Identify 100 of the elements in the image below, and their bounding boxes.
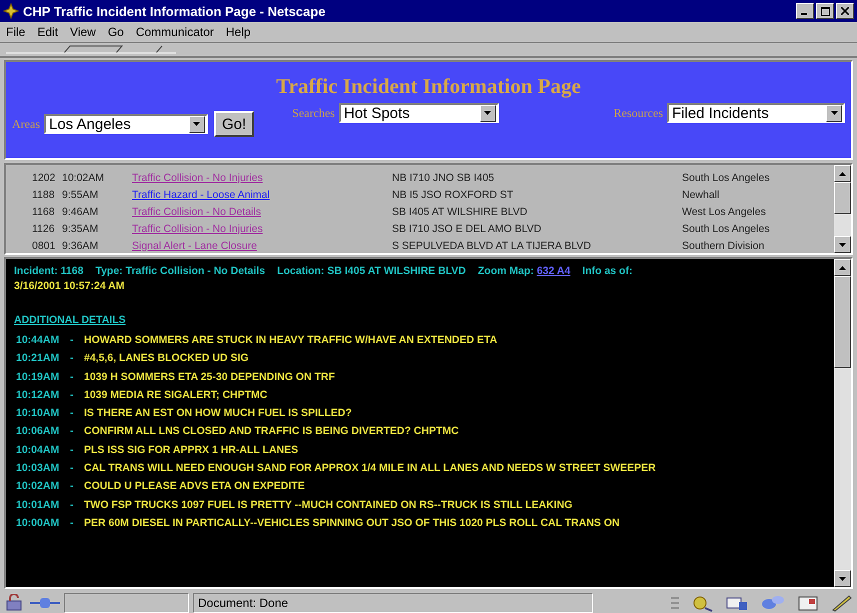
log-time: 10:12AM (16, 388, 60, 403)
field-value: 1168 (60, 265, 84, 277)
field-value: SB I405 AT WILSHIRE BLVD (327, 265, 466, 277)
log-text: 1039 H SOMMERS ETA 25-30 DEPENDING ON TRF (84, 370, 336, 385)
incident-number: 0801 (32, 240, 56, 252)
dash-separator: - (70, 406, 74, 422)
maximize-icon (820, 6, 830, 16)
incident-number: 1126 (32, 222, 56, 234)
field-label: Searches (292, 106, 335, 120)
menu-item[interactable]: Help (226, 25, 251, 39)
incident-time: 9:46AM (62, 206, 100, 218)
pen-icon[interactable] (831, 594, 853, 612)
log-text: CAL TRANS WILL NEED ENOUGH SAND FOR APPROX 1/4 MILE IN ALL LANES AND NEEDS W STREET SWEEPER (84, 461, 657, 476)
up-arrow-icon (839, 172, 846, 176)
incident-time: 9:36AM (62, 240, 100, 252)
dash-separator: - (70, 479, 74, 494)
dropdown-button[interactable] (826, 104, 842, 122)
log-time: 10:00AM (16, 516, 60, 531)
minimize-button[interactable] (796, 3, 814, 19)
up-arrow-icon (839, 266, 846, 270)
log-time: 10:06AM (16, 424, 60, 440)
log-text: PER 60M DIESEL IN PARTICALLY--VEHICLES SPINNING OUT JSO OF THIS 1020 PLS ROLL CAL TRANS ON (84, 516, 621, 531)
menu-item[interactable]: Go (108, 25, 124, 39)
go-button[interactable]: Go! (214, 111, 254, 137)
incident-location: NB I710 JNO SB I405 (392, 172, 496, 184)
incident-time: 10:02AM (62, 172, 106, 184)
area-dropdown[interactable]: Los Angeles (44, 114, 208, 134)
composer-icon[interactable] (797, 594, 819, 612)
menu-item[interactable]: View (70, 25, 96, 39)
log-time: 10:10AM (16, 406, 60, 422)
dropdown-button[interactable] (188, 116, 205, 132)
log-time: 10:19AM (16, 370, 60, 385)
down-arrow-icon (839, 576, 846, 580)
section-heading[interactable]: ADDITIONAL DETAILS (14, 314, 126, 326)
menu-item[interactable]: Communicator (136, 25, 214, 39)
incident-location: S SEPULVEDA BLVD AT LA TIJERA BLVD (392, 240, 592, 252)
field-label: Areas (12, 116, 40, 132)
incident-area: South Los Angeles (682, 222, 832, 234)
toolbar-tabs-icon[interactable] (6, 45, 176, 54)
field-label: Location: (277, 265, 324, 277)
navigator-icon[interactable] (691, 594, 713, 612)
maximize-button[interactable] (816, 3, 834, 19)
menu-item[interactable]: File (6, 25, 26, 39)
close-button[interactable] (836, 3, 854, 19)
dash-separator: - (70, 333, 74, 348)
log-time: 10:03AM (16, 461, 60, 476)
log-text: PLS ISS SIG FOR APPRX 1 HR-ALL LANES (84, 442, 300, 458)
log-time: 10:21AM (16, 351, 60, 366)
dash-separator: - (70, 351, 74, 366)
scrollbar[interactable] (834, 165, 851, 253)
incident-location: NB I5 JSO ROXFORD ST (392, 188, 514, 200)
log-text: CONFIRM ALL LNS CLOSED AND TRAFFIC IS BEING DIVERTED? CHPTMC (84, 424, 460, 440)
field-label: Resources (614, 106, 663, 120)
page-title: Traffic Incident Information Page (275, 74, 582, 99)
down-arrow-icon (839, 242, 846, 246)
field-label: Zoom Map: (478, 265, 534, 277)
dropdown-button[interactable] (480, 104, 496, 122)
dash-separator: - (70, 498, 74, 513)
scroll-down-button[interactable] (834, 570, 851, 587)
scroll-up-button[interactable] (834, 165, 851, 182)
incident-location: SB I405 AT WILSHIRE BLVD (392, 206, 528, 218)
scrollbar[interactable] (834, 259, 851, 587)
connection-plug-icon[interactable] (30, 596, 60, 610)
field-label: Type: (95, 265, 123, 277)
incident-time: 9:35AM (62, 222, 100, 234)
field-value: Traffic Collision - No Details (126, 265, 266, 277)
log-text: #4,5,6, LANES BLOCKED UD SIG (84, 351, 250, 366)
app-icon (3, 3, 19, 19)
incident-area: South Los Angeles (682, 172, 832, 184)
incident-location: SB I710 JSO E DEL AMO BLVD (392, 222, 542, 234)
window-title: CHP Traffic Incident Information Page - Netscape (23, 4, 326, 18)
log-text: 1039 MEDIA RE SIGALERT; CHPTMC (84, 388, 268, 403)
log-text: IS THERE AN EST ON HOW MUCH FUEL IS SPILLED? (84, 406, 353, 422)
incident-area: Southern Division (682, 240, 832, 252)
searches-dropdown[interactable]: Hot Spots (338, 103, 499, 123)
log-time: 10:02AM (16, 479, 60, 494)
dash-separator: - (70, 461, 74, 476)
field-label: Info as of: (582, 265, 632, 277)
dropdown-arrow-icon (193, 122, 200, 126)
dash-separator: - (70, 388, 74, 403)
incident-link[interactable]: Traffic Hazard - Loose Animal (132, 188, 270, 200)
grip-icon (671, 595, 679, 611)
scroll-up-button[interactable] (834, 259, 851, 276)
field-label: Incident: (14, 265, 58, 277)
dash-separator: - (70, 442, 74, 458)
map-link[interactable]: 632 A4 (536, 265, 570, 277)
incident-area: Newhall (682, 188, 832, 200)
resources-dropdown[interactable]: Filed Incidents (667, 103, 845, 123)
incident-time: 9:55AM (62, 188, 100, 200)
log-text: COULD U PLEASE ADVS ETA ON EXPEDITE (84, 479, 306, 494)
log-text: HOWARD SOMMERS ARE STUCK IN HEAVY TRAFFIC W/HAVE AN EXTENDED ETA (84, 333, 498, 348)
dropdown-arrow-icon (830, 111, 838, 115)
dash-separator: - (70, 370, 74, 385)
scroll-down-button[interactable] (834, 236, 851, 253)
timestamp: 3/16/2001 10:57:24 AM (14, 280, 125, 292)
incident-area: West Los Angeles (682, 206, 832, 218)
menu-item[interactable]: Edit (37, 25, 58, 39)
dropdown-arrow-icon (484, 111, 492, 115)
status-text: Document: Done (193, 593, 593, 613)
log-time: 10:01AM (16, 498, 60, 513)
